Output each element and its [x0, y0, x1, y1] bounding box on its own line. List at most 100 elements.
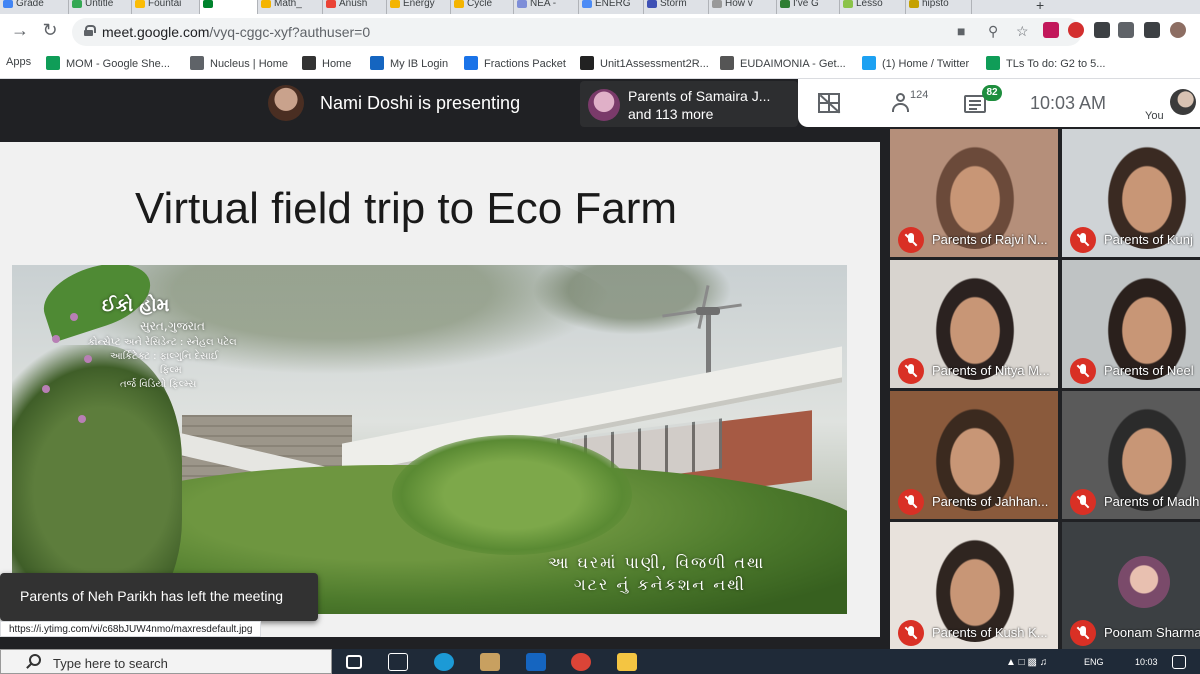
taskbar-search-box[interactable]: Type here to search [0, 649, 332, 674]
browser-tab[interactable]: NEA - [514, 0, 579, 14]
mic-off-icon [898, 489, 924, 515]
bookmark-item[interactable]: Home [302, 56, 351, 70]
eco-home-photo: ઈકો હોમ સુરત,ગુજરાત કોન્સેપ્ટ અને રેસિડે… [12, 265, 847, 614]
presented-slide: Virtual field trip to Eco Farm ઈકો હોમ સ… [0, 142, 880, 637]
extension-pocket-icon[interactable] [1043, 22, 1059, 38]
browser-toolbar: → ↻ meet.google.com/vyq-cggc-xyf?authuse… [0, 14, 1200, 50]
garden-shrub [392, 435, 632, 555]
tab-favicon-icon [712, 0, 722, 8]
twitter-icon [862, 56, 876, 70]
task-view-icon[interactable] [388, 653, 408, 671]
cast-icon[interactable] [1144, 22, 1160, 38]
browser-tab[interactable]: Storm [644, 0, 709, 14]
back-arrow-icon[interactable]: → [8, 20, 32, 41]
browser-tab[interactable]: Untitle [69, 0, 132, 14]
extensions-puzzle-icon[interactable] [1118, 22, 1134, 38]
bookmark-item[interactable]: (1) Home / Twitter [862, 56, 969, 70]
flower [42, 385, 50, 393]
bookmark-item[interactable]: Unit1Assessment2R... [580, 56, 709, 70]
tab-favicon-icon [582, 0, 592, 8]
reload-icon[interactable]: ↻ [38, 20, 62, 41]
new-tab-button[interactable]: + [1036, 0, 1044, 13]
browser-tab[interactable]: hipsto [906, 0, 972, 14]
bookmark-item[interactable]: EUDAIMONIA - Get... [720, 56, 846, 70]
bookmark-item[interactable]: Nucleus | Home [190, 56, 288, 70]
browser-tab[interactable]: Math_ [258, 0, 323, 14]
zoom-icon[interactable]: ⚲ [988, 23, 998, 40]
participant-tile[interactable]: Parents of Madh [1062, 391, 1200, 519]
tab-label: hipsto [922, 0, 949, 9]
bookmark-label: My IB Login [390, 58, 449, 70]
participant-tile[interactable]: Parents of Rajvi N... [890, 129, 1058, 257]
camera-icon[interactable]: ■ [957, 23, 965, 39]
store-icon[interactable] [480, 653, 500, 671]
sheets-icon [46, 56, 60, 70]
participant-name: Parents of Rajvi N... [932, 232, 1048, 247]
video-subtitle-gujarati: સુરત,ગુજરાત [140, 319, 205, 333]
bookmarks-bar: Apps MOM - Google She... Nucleus | Home Hom… [0, 50, 1200, 79]
participant-tile[interactable]: Parents of Neel [1062, 260, 1200, 388]
toast-text: Parents of Neh Parikh has left the meeti… [20, 588, 284, 604]
bookmark-item[interactable]: TLs To do: G2 to 5... [986, 56, 1105, 70]
layout-off-icon[interactable] [818, 93, 841, 114]
profile-avatar[interactable] [1170, 22, 1186, 38]
participant-tile[interactable]: Parents of Kush K... [890, 522, 1058, 650]
video-caption: આ ઘરમાં પાણી, વિજળી તથા [548, 553, 766, 572]
edge-icon[interactable] [434, 653, 454, 671]
browser-tab[interactable]: Grade [0, 0, 69, 14]
extension-apple-icon[interactable] [1068, 22, 1084, 38]
browser-tab[interactable]: Cycle [451, 0, 514, 14]
tab-favicon-icon [390, 0, 400, 8]
bookmark-label: Nucleus | Home [210, 58, 289, 70]
browser-tab[interactable]: Energy [387, 0, 451, 14]
taskbar-clock[interactable]: 10:03 [1135, 657, 1158, 667]
system-tray-icons[interactable]: ▲ □ ▩ ♫ [1006, 657, 1047, 668]
bookmark-item[interactable]: My IB Login [370, 56, 448, 70]
mic-off-icon [898, 620, 924, 646]
second-presenter-tile[interactable]: Parents of Samaira J... and 113 more [580, 81, 798, 127]
participant-name: Parents of Neel [1104, 363, 1194, 378]
tab-favicon-icon [3, 0, 13, 8]
link-status-bar: https://i.ytimg.com/vi/c68bJUW4nmo/maxre… [0, 621, 262, 637]
browser-tab[interactable]: Fountai [132, 0, 200, 14]
notification-icon[interactable] [1172, 655, 1186, 669]
browser-tab[interactable]: How v [709, 0, 777, 14]
chrome-icon[interactable] [571, 653, 591, 671]
flower [78, 415, 86, 423]
browser-tab-strip: hipsto Lesso I've G How v Storm ENERG NEA - Cyc… [0, 0, 1200, 14]
file-explorer-icon[interactable] [617, 653, 637, 671]
browser-tab[interactable]: I've G [777, 0, 840, 14]
bookmark-item[interactable]: Apps [6, 56, 31, 68]
tab-label: Untitle [85, 0, 114, 9]
browser-tab[interactable]: Anush [323, 0, 387, 14]
participant-grid: Parents of Rajvi N... Parents of Kunj Pare… [890, 129, 1200, 650]
language-indicator[interactable]: ENG [1084, 657, 1104, 667]
circle-icon [464, 56, 478, 70]
tab-label: NEA - [530, 0, 557, 9]
cortana-icon[interactable] [346, 655, 362, 669]
participant-tile[interactable]: Parents of Kunj [1062, 129, 1200, 257]
extension-grid-icon[interactable] [1094, 22, 1110, 38]
mail-icon[interactable] [526, 653, 546, 671]
participant-tile[interactable]: Poonam Sharma [1062, 522, 1200, 650]
left-meeting-toast: Parents of Neh Parikh has left the meeti… [0, 573, 318, 621]
video-credit: આર્કિટેક્ટ : ફાલ્ગુનિ દેસાઈ [110, 351, 219, 362]
participant-tile[interactable]: Parents of Nitya M... [890, 260, 1058, 388]
mic-off-icon [1070, 489, 1096, 515]
flower [52, 335, 60, 343]
address-bar[interactable]: meet.google.com/vyq-cggc-xyf?authuser=0 … [72, 18, 1082, 46]
chat-badge: 82 [982, 85, 1002, 101]
cloud-icon [370, 56, 384, 70]
browser-tab[interactable] [200, 0, 258, 14]
people-icon[interactable] [892, 93, 912, 113]
browser-tab[interactable]: ENERG [579, 0, 644, 14]
participant-name: Parents of Jahhan... [932, 494, 1049, 509]
participant-tile[interactable]: Parents of Jahhan... [890, 391, 1058, 519]
browser-tab[interactable]: Lesso [840, 0, 906, 14]
people-count: 124 [910, 89, 929, 101]
self-avatar[interactable] [1170, 89, 1196, 115]
bookmark-item[interactable]: MOM - Google She... [46, 56, 170, 70]
bookmark-star-icon[interactable]: ☆ [1016, 23, 1029, 40]
bookmark-item[interactable]: Fractions Packet [464, 56, 566, 70]
video-title-gujarati: ઈકો હોમ [102, 295, 170, 316]
